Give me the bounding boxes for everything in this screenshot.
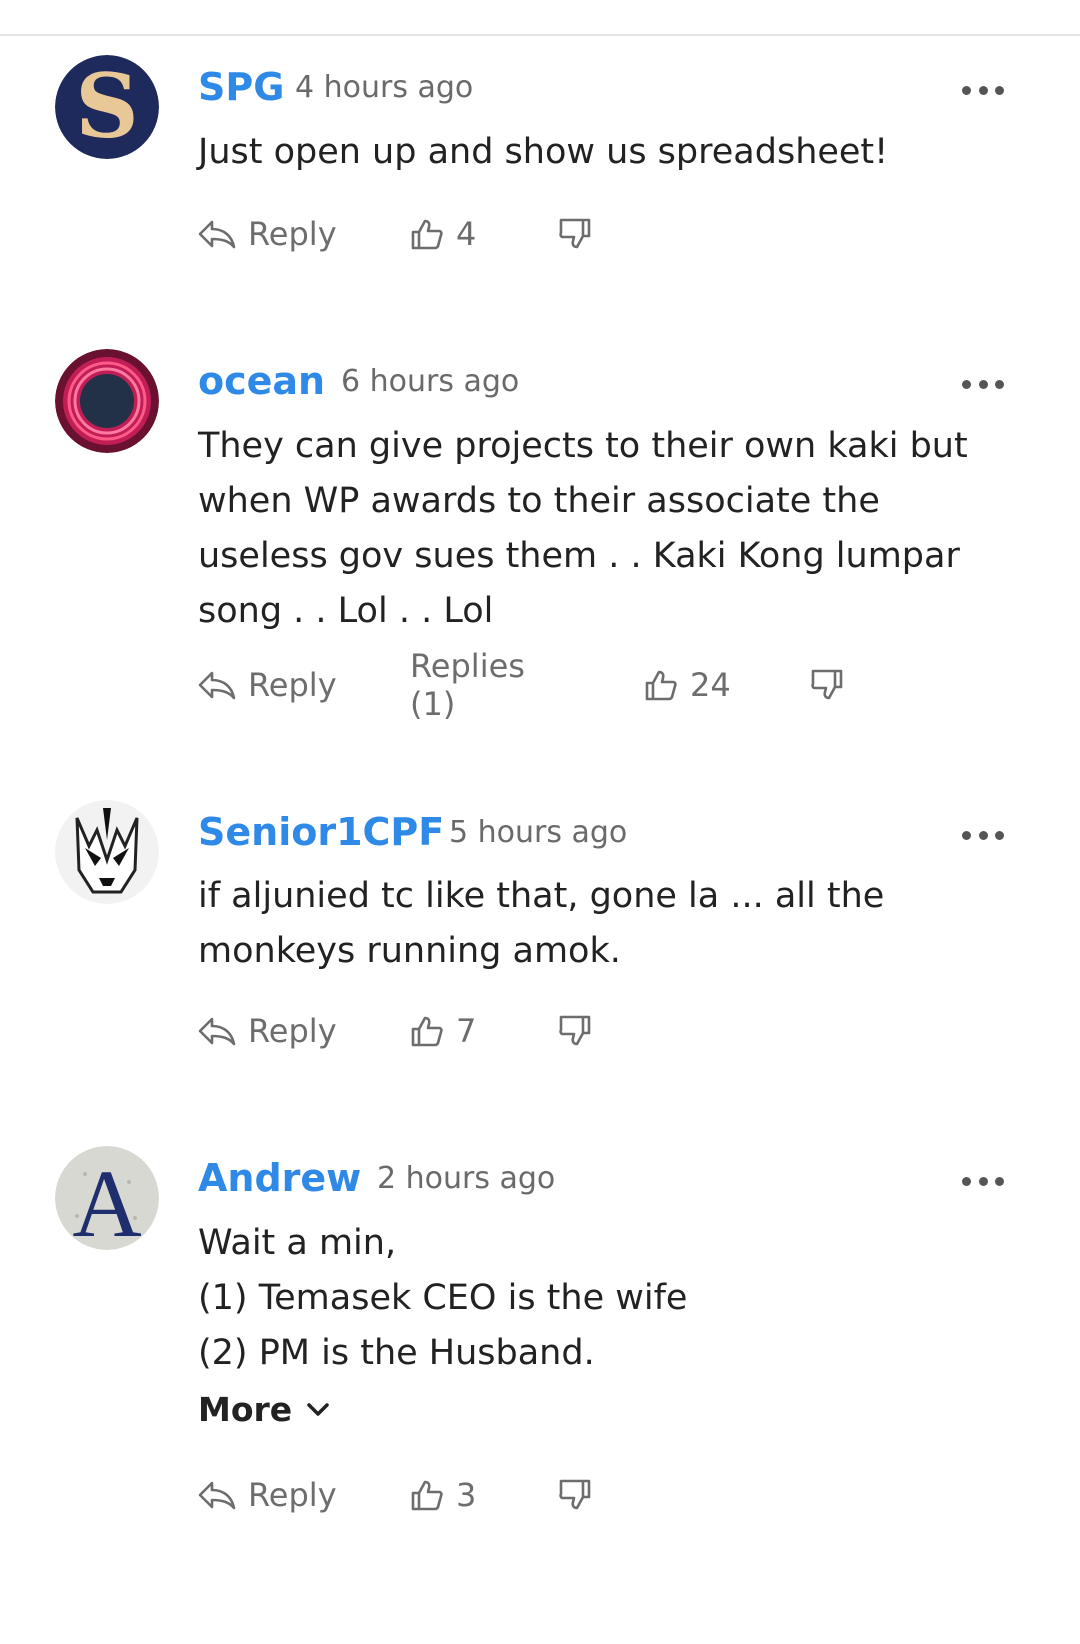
thumbs-down-icon	[559, 218, 591, 249]
reply-button[interactable]: Reply	[198, 665, 337, 705]
comment-text-line: song . . Lol . . Lol	[198, 591, 494, 631]
thumbs-down-icon	[559, 1479, 591, 1510]
comment-author[interactable]: Senior1CPF	[198, 813, 444, 851]
comment-text-line: if aljunied tc like that, gone la ... al…	[198, 876, 885, 916]
more-label: More	[198, 1390, 293, 1429]
thumbs-up-icon	[411, 219, 443, 250]
comment-text-line: when WP awards to their associate the	[198, 481, 880, 521]
more-options-icon[interactable]	[962, 825, 1004, 845]
view-replies-button[interactable]: Replies (1)	[410, 647, 525, 723]
ring-avatar-icon	[55, 349, 159, 453]
replies-label: Replies (1)	[410, 647, 525, 723]
downvote-button[interactable]	[810, 665, 844, 705]
downvote-button[interactable]	[558, 214, 592, 254]
thumbs-up-icon	[411, 1480, 443, 1511]
letter-a-avatar-icon: A	[55, 1146, 159, 1250]
more-options-icon[interactable]	[962, 374, 1004, 394]
comment-text-line: (2) PM is the Husband.	[198, 1333, 595, 1373]
comment-timestamp: 4 hours ago	[295, 70, 474, 105]
avatar[interactable]: A	[55, 1146, 159, 1250]
reply-icon	[198, 220, 236, 249]
avatar[interactable]	[55, 800, 159, 904]
upvote-button[interactable]: 24	[644, 665, 731, 705]
upvote-count: 24	[690, 666, 731, 704]
comment-text: Wait a min, (1) Temasek CEO is the wife …	[198, 1216, 998, 1381]
thumbs-down-icon	[811, 669, 843, 700]
upvote-button[interactable]: 4	[410, 214, 476, 254]
comment-text: They can give projects to their own kaki…	[198, 419, 998, 639]
reply-icon	[198, 671, 236, 700]
reply-button[interactable]: Reply	[198, 1475, 337, 1515]
reply-button[interactable]: Reply	[198, 1011, 337, 1051]
avatar[interactable]: S	[55, 55, 159, 159]
comment-author[interactable]: ocean	[198, 362, 325, 400]
upvote-button[interactable]: 3	[410, 1475, 476, 1515]
comment-text-line: Wait a min,	[198, 1223, 397, 1263]
svg-text:S: S	[75, 55, 139, 158]
thumbs-down-icon	[559, 1015, 591, 1046]
comment-timestamp: 5 hours ago	[449, 815, 628, 850]
svg-text:A: A	[72, 1150, 141, 1250]
mask-avatar-icon	[55, 800, 159, 904]
comment-text: Just open up and show us spreadsheet!	[198, 125, 998, 180]
upvote-count: 7	[456, 1012, 477, 1050]
reply-button[interactable]: Reply	[198, 214, 337, 254]
comment-text-line: (1) Temasek CEO is the wife	[198, 1278, 688, 1318]
expand-comment-button[interactable]: More	[198, 1390, 330, 1429]
comment-text-line: Just open up and show us spreadsheet!	[198, 132, 889, 172]
reply-label: Reply	[248, 215, 337, 253]
reply-label: Reply	[248, 1476, 337, 1514]
comment-text: if aljunied tc like that, gone la ... al…	[198, 869, 998, 979]
more-options-icon[interactable]	[962, 80, 1004, 100]
comment-timestamp: 2 hours ago	[377, 1161, 556, 1196]
letter-s-avatar-icon: S	[55, 55, 159, 159]
chevron-down-icon	[307, 1402, 329, 1416]
comment-text-line: They can give projects to their own kaki…	[198, 426, 968, 466]
reply-icon	[198, 1017, 236, 1046]
top-divider	[0, 34, 1080, 36]
comment-text-line: useless gov sues them . . Kaki Kong lump…	[198, 536, 960, 576]
avatar[interactable]	[55, 349, 159, 453]
downvote-button[interactable]	[558, 1011, 592, 1051]
thumbs-up-icon	[411, 1016, 443, 1047]
more-options-icon[interactable]	[962, 1171, 1004, 1191]
upvote-button[interactable]: 7	[410, 1011, 476, 1051]
comment-timestamp: 6 hours ago	[341, 364, 520, 399]
thumbs-up-icon	[645, 670, 677, 701]
comment-author[interactable]: Andrew	[198, 1159, 361, 1197]
upvote-count: 3	[456, 1476, 477, 1514]
reply-icon	[198, 1481, 236, 1510]
reply-label: Reply	[248, 666, 337, 704]
reply-label: Reply	[248, 1012, 337, 1050]
comment-text-line: monkeys running amok.	[198, 931, 621, 971]
downvote-button[interactable]	[558, 1475, 592, 1515]
comment-author[interactable]: SPG	[198, 68, 284, 106]
upvote-count: 4	[456, 215, 477, 253]
